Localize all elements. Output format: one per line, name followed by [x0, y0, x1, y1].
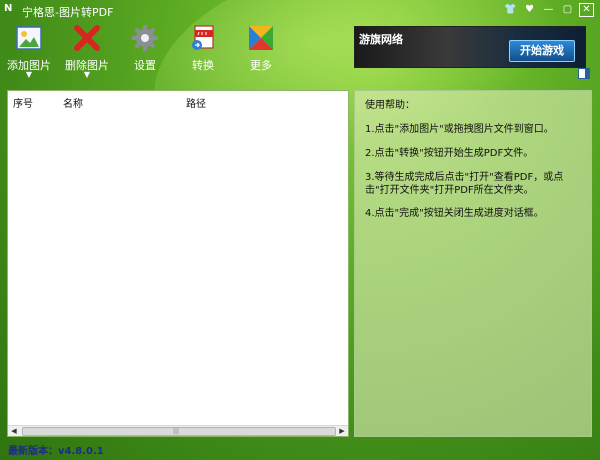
- start-game-button[interactable]: 开始游戏: [509, 40, 575, 62]
- help-title: 使用帮助：: [365, 100, 415, 111]
- add-image-icon: [16, 26, 42, 50]
- help-item: 2.点击"转换"按钮开始生成PDF文件。: [365, 148, 534, 159]
- help-panel: 使用帮助： 1.点击"添加图片"或拖拽图片文件到窗口。 2.点击"转换"按钮开始…: [354, 90, 592, 437]
- gear-icon: [132, 25, 158, 51]
- scroll-right-icon[interactable]: ▶: [336, 426, 348, 436]
- more-button[interactable]: 更多: [232, 24, 290, 84]
- horizontal-scrollbar[interactable]: ◀ ||| ▶: [8, 425, 348, 436]
- add-image-button[interactable]: 添加图片 ▼: [0, 24, 58, 84]
- ad-logo: 游旗网络: [359, 33, 403, 46]
- help-item: 3.等待生成完成后点击"打开"查看PDF，或点击"打开文件夹"打开PDF所在文件…: [365, 172, 564, 196]
- scroll-thumb[interactable]: |||: [22, 427, 336, 436]
- convert-button[interactable]: 转换: [174, 24, 232, 84]
- window-controls: 👕 ♥ — ▢ ✕: [503, 3, 594, 17]
- pdf-convert-icon: [192, 25, 214, 50]
- skin-icon[interactable]: 👕: [503, 3, 518, 17]
- more-label: 更多: [250, 59, 272, 72]
- chevron-down-icon[interactable]: ▼: [58, 70, 116, 80]
- list-header: 序号 名称 路径: [8, 91, 348, 110]
- column-name[interactable]: 名称: [63, 95, 83, 110]
- title-bar: N 宁格思-图片转PDF 👕 ♥ — ▢ ✕: [0, 0, 600, 22]
- app-logo-icon: N: [4, 3, 13, 14]
- settings-label: 设置: [134, 59, 156, 72]
- minimize-icon[interactable]: —: [541, 3, 556, 17]
- scroll-grip: |||: [173, 428, 180, 435]
- convert-label: 转换: [192, 59, 214, 72]
- version-label: 最新版本：v4.8.0.1: [8, 446, 104, 457]
- help-item: 4.点击"完成"按钮关闭生成进度对话框。: [365, 208, 544, 219]
- toolbar: 添加图片 ▼ 删除图片 ▼ 设置 转换 更多: [0, 24, 290, 86]
- menu-icon[interactable]: ♥: [522, 3, 537, 17]
- window-title: 宁格思-图片转PDF: [22, 6, 114, 19]
- ad-banner[interactable]: 游旗网络 开始游戏: [354, 26, 586, 68]
- delete-x-icon: [74, 25, 100, 51]
- maximize-icon[interactable]: ▢: [560, 3, 575, 17]
- close-icon[interactable]: ✕: [579, 3, 594, 17]
- ad-toggle-icon[interactable]: [578, 68, 590, 79]
- column-index[interactable]: 序号: [13, 95, 33, 110]
- chevron-down-icon[interactable]: ▼: [0, 70, 58, 80]
- column-path[interactable]: 路径: [186, 95, 206, 110]
- scroll-left-icon[interactable]: ◀: [8, 426, 20, 436]
- more-apps-icon: [249, 26, 273, 50]
- image-list[interactable]: 序号 名称 路径 ◀ ||| ▶: [7, 90, 349, 437]
- delete-image-button[interactable]: 删除图片 ▼: [58, 24, 116, 84]
- help-item: 1.点击"添加图片"或拖拽图片文件到窗口。: [365, 124, 554, 135]
- settings-button[interactable]: 设置: [116, 24, 174, 84]
